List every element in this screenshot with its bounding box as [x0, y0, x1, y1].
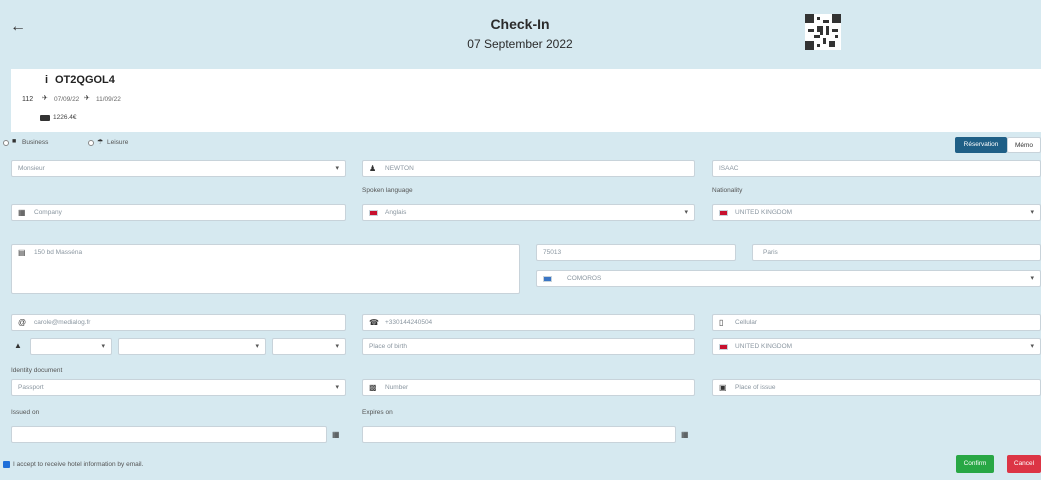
- amount: 1226.4€: [53, 114, 77, 121]
- leisure-label: Leisure: [107, 139, 129, 146]
- birth-country-value: UNITED KINGDOM: [735, 343, 793, 350]
- tab-reservation[interactable]: Réservation: [955, 137, 1007, 153]
- reservation-card: [11, 69, 1041, 132]
- first-name-value: ISAAC: [719, 165, 739, 172]
- company-field[interactable]: ▦ Company: [11, 204, 346, 221]
- phone-field[interactable]: ☎ +330144240504: [362, 314, 695, 331]
- business-radio[interactable]: [3, 140, 9, 146]
- place-of-issue-field[interactable]: ▣ Place of issue: [712, 379, 1041, 396]
- birth-day-select[interactable]: ▾: [30, 338, 112, 355]
- calendar-icon[interactable]: ▦: [332, 430, 340, 439]
- caret-down-icon: ▾: [684, 209, 688, 216]
- mobile-icon: ▯: [719, 318, 724, 327]
- money-icon: [40, 115, 50, 121]
- reservation-code: OT2QGOL4: [55, 74, 115, 86]
- spoken-language-label: Spoken language: [362, 187, 413, 194]
- phone-icon: ☎: [369, 318, 379, 327]
- caret-down-icon: ▾: [1030, 209, 1034, 216]
- postcode-field[interactable]: 75013: [536, 244, 736, 261]
- confirm-button[interactable]: Confirm: [956, 455, 994, 473]
- caret-down-icon: ▾: [255, 343, 259, 350]
- city-value: Paris: [763, 249, 778, 256]
- city-field[interactable]: Paris: [752, 244, 1041, 261]
- identity-document-select[interactable]: Passport ▾: [11, 379, 346, 396]
- nationality-select[interactable]: UNITED KINGDOM ▾: [712, 204, 1041, 221]
- spoken-language-select[interactable]: Anglais ▾: [362, 204, 695, 221]
- page-title: Check-In: [490, 16, 550, 32]
- qr-code-icon: [805, 14, 841, 50]
- departure-icon: ✈: [84, 95, 90, 102]
- civility-select[interactable]: Monsieur ▾: [11, 160, 346, 177]
- last-name-field[interactable]: ♟ NEWTON: [362, 160, 695, 177]
- id-card-icon: ▩: [369, 383, 377, 392]
- business-label: Business: [22, 139, 49, 146]
- email-field[interactable]: @ carole@medialog.fr: [11, 314, 346, 331]
- place-of-birth-field[interactable]: Place of birth: [362, 338, 695, 355]
- phone-value: +330144240504: [385, 319, 433, 326]
- cellular-field[interactable]: ▯ Cellular: [712, 314, 1041, 331]
- expires-on-field[interactable]: [362, 426, 676, 443]
- postcode-value: 75013: [543, 249, 562, 256]
- expires-on-label: Expires on: [362, 409, 393, 416]
- address-field[interactable]: ▤ 150 bd Masséna: [11, 244, 520, 294]
- caret-down-icon: ▾: [1030, 343, 1034, 350]
- header-bar: [0, 0, 1041, 64]
- birthday-cake-icon: ▲: [14, 341, 22, 350]
- building-icon: ▦: [18, 208, 26, 217]
- address-card-icon: ▤: [18, 248, 26, 257]
- spoken-language-value: Anglais: [385, 209, 407, 216]
- back-arrow-icon[interactable]: ←: [10, 18, 26, 36]
- caret-down-icon: ▾: [335, 343, 339, 350]
- city-icon: ▣: [719, 383, 727, 392]
- info-icon[interactable]: i: [45, 74, 48, 86]
- cellular-placeholder: Cellular: [735, 319, 758, 326]
- country-select[interactable]: COMOROS ▾: [536, 270, 1041, 287]
- birth-year-select[interactable]: ▾: [272, 338, 346, 355]
- identity-document-value: Passport: [18, 384, 44, 391]
- at-icon: @: [18, 318, 27, 327]
- uk-flag-icon: [719, 344, 728, 350]
- page-date: 07 September 2022: [467, 37, 573, 51]
- email-value: carole@medialog.fr: [34, 319, 91, 326]
- briefcase-icon: ■: [12, 138, 17, 145]
- place-of-birth-placeholder: Place of birth: [369, 343, 407, 350]
- uk-flag-icon: [369, 210, 378, 216]
- tab-memo[interactable]: Mémo: [1007, 137, 1041, 153]
- cancel-button[interactable]: Cancel: [1007, 455, 1041, 473]
- last-name-value: NEWTON: [385, 165, 414, 172]
- consent-label: I accept to receive hotel information by…: [13, 461, 144, 468]
- user-icon: ♟: [369, 164, 377, 173]
- arrival-date: 07/09/22: [54, 96, 80, 103]
- document-number-placeholder: Number: [385, 384, 409, 391]
- birth-month-select[interactable]: ▾: [118, 338, 266, 355]
- nationality-label: Nationality: [712, 187, 743, 194]
- leisure-radio[interactable]: [88, 140, 94, 146]
- caret-down-icon: ▾: [335, 384, 339, 391]
- first-name-field[interactable]: ISAAC: [712, 160, 1041, 177]
- identity-document-label: Identity document: [11, 367, 63, 374]
- document-number-field[interactable]: ▩ Number: [362, 379, 695, 396]
- calendar-icon[interactable]: ▦: [681, 430, 689, 439]
- issued-on-label: Issued on: [11, 409, 40, 416]
- place-of-issue-placeholder: Place of issue: [735, 384, 776, 391]
- consent-checkbox[interactable]: [3, 461, 10, 468]
- birth-country-select[interactable]: UNITED KINGDOM ▾: [712, 338, 1041, 355]
- room-number: 112: [22, 96, 34, 103]
- caret-down-icon: ▾: [101, 343, 105, 350]
- address-value: 150 bd Masséna: [34, 249, 83, 256]
- departure-date: 11/09/22: [96, 96, 121, 103]
- umbrella-icon: ☂: [97, 139, 104, 146]
- comoros-flag-icon: [543, 276, 552, 282]
- arrival-icon: ✈: [42, 95, 48, 102]
- caret-down-icon: ▾: [335, 165, 339, 172]
- caret-down-icon: ▾: [1030, 275, 1034, 282]
- country-value: COMOROS: [567, 275, 602, 282]
- uk-flag-icon: [719, 210, 728, 216]
- civility-value: Monsieur: [18, 165, 45, 172]
- nationality-value: UNITED KINGDOM: [735, 209, 793, 216]
- issued-on-field[interactable]: [11, 426, 327, 443]
- company-placeholder: Company: [34, 209, 62, 216]
